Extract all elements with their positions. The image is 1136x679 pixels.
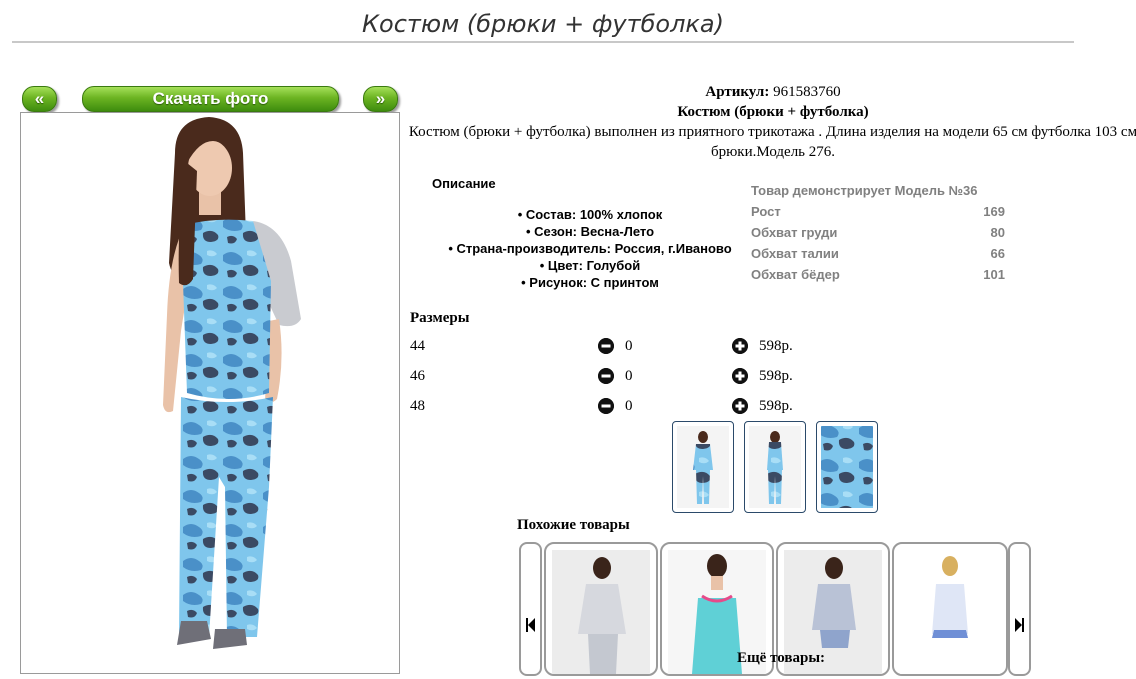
description-title: Описание [432,176,496,191]
product-image [552,550,650,674]
article-label: Артикул: [705,84,770,100]
product-image [900,550,1000,674]
model-row-value: 80 [990,225,1005,240]
model-row-value: 101 [983,267,1005,282]
minus-icon [598,338,614,354]
model-illustration [163,117,301,649]
thumbnail-front[interactable] [672,421,734,513]
quantity-value: 0 [625,338,633,354]
property-item: • Цвет: Голубой [539,258,641,273]
decrease-qty-button[interactable] [598,338,614,354]
article-line: Артикул: 961583760 [406,82,1136,102]
size-row: 44 0 598р. [410,335,810,357]
size-price: 598р. [759,398,793,414]
thumbnail-image [821,426,873,508]
quantity-value: 0 [625,398,633,414]
thumbnail-image [749,426,801,508]
model-row-label: Обхват талии [751,246,839,261]
similar-product-card[interactable] [544,542,658,676]
quantity-value: 0 [625,368,633,384]
article-value: 961583760 [773,84,841,100]
properties-list: • Состав: 100% хлопок • Сезон: Весна-Лет… [420,206,760,291]
product-info: Артикул: 961583760 Костюм (брюки + футбо… [406,82,1136,162]
main-product-photo[interactable] [20,112,400,674]
model-heading: Товар демонстрирует Модель №36 [751,182,1005,203]
size-label: 46 [410,368,425,384]
sizes-title: Размеры [410,310,470,326]
property-item: • Страна-производитель: Россия, г.Иванов… [448,241,732,256]
increase-qty-button[interactable] [732,338,748,354]
more-products-title: Ещё товары: [737,650,826,666]
decrease-qty-button[interactable] [598,398,614,414]
model-row-value: 169 [983,204,1005,219]
product-description: Костюм (брюки + футболка) выполнен из пр… [408,124,1136,160]
size-label: 48 [410,398,425,414]
increase-qty-button[interactable] [732,398,748,414]
size-label: 44 [410,338,425,354]
download-photo-button[interactable]: Скачать фото [82,86,339,112]
thumbnail-fabric[interactable] [816,421,878,513]
model-heading-text: Товар демонстрирует Модель №36 [751,183,978,198]
property-item: • Сезон: Весна-Лето [525,224,655,239]
property-item: • Рисунок: С принтом [521,275,659,290]
size-row: 48 0 598р. [410,395,810,417]
plus-icon [732,398,748,414]
plus-icon [732,368,748,384]
similar-product-card[interactable] [892,542,1008,676]
skip-forward-icon [1015,618,1024,632]
size-price: 598р. [759,338,793,354]
thumbnail-back[interactable] [744,421,806,513]
page-title: Костюм (брюки + футболка) [12,8,1074,43]
skip-back-icon [526,618,535,632]
property-item: • Состав: 100% хлопок [517,207,663,222]
model-row-label: Обхват бёдер [751,267,840,282]
size-row: 46 0 598р. [410,365,810,387]
model-row: Рост 169 [751,203,1005,224]
model-row-label: Рост [751,204,781,219]
similar-products-title: Похожие товары [517,517,630,533]
prev-photo-button[interactable]: « [22,86,57,112]
next-photo-button[interactable]: » [363,86,398,112]
model-row: Обхват груди 80 [751,224,1005,245]
size-price: 598р. [759,368,793,384]
carousel-prev-button[interactable] [519,542,542,676]
model-measurements: Товар демонстрирует Модель №36 Рост 169 О… [751,182,1005,287]
model-row-value: 66 [990,246,1005,261]
carousel-next-button[interactable] [1008,542,1031,676]
model-row: Обхват талии 66 [751,245,1005,266]
plus-icon [732,338,748,354]
model-row: Обхват бёдер 101 [751,266,1005,287]
minus-icon [598,368,614,384]
model-row-label: Обхват груди [751,225,838,240]
product-name: Костюм (брюки + футболка) [677,104,869,120]
decrease-qty-button[interactable] [598,368,614,384]
minus-icon [598,398,614,414]
thumbnail-image [677,426,729,508]
increase-qty-button[interactable] [732,368,748,384]
